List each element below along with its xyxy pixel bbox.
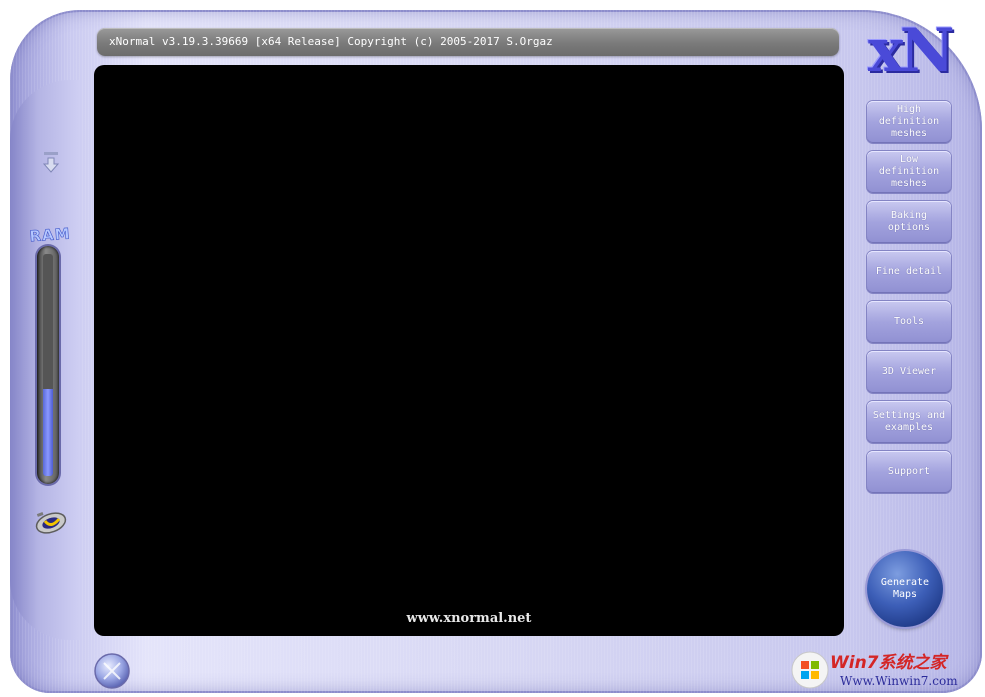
watermark-url: Www.Winwin7.com	[840, 674, 958, 688]
title-bar[interactable]: xNormal v3.19.3.39669 [x64 Release] Copy…	[97, 28, 839, 56]
ram-meter	[37, 246, 59, 484]
settings-and-examples-button[interactable]: Settings and examples	[867, 401, 951, 443]
plug-icon[interactable]	[33, 507, 69, 535]
generate-maps-button[interactable]: Generate Maps	[867, 551, 943, 627]
3d-viewer-button[interactable]: 3D Viewer	[867, 351, 951, 393]
baking-options-button[interactable]: Baking options	[867, 201, 951, 243]
button-label: Low definition meshes	[878, 154, 940, 189]
watermark-title: Win7系统之家	[830, 653, 947, 673]
button-label: Baking options	[887, 210, 931, 233]
xn-logo: xN	[868, 16, 955, 86]
low-definition-meshes-button[interactable]: Low definition meshes	[867, 151, 951, 193]
high-definition-meshes-button[interactable]: High definition meshes	[867, 101, 951, 143]
button-label: High definition meshes	[878, 104, 940, 139]
arrow-down-icon[interactable]	[42, 152, 60, 174]
button-label: Fine detail	[875, 266, 943, 277]
window-title: xNormal v3.19.3.39669 [x64 Release] Copy…	[109, 35, 553, 48]
button-label: 3D Viewer	[881, 366, 937, 377]
button-label: Support	[887, 466, 931, 477]
button-label: Settings and examples	[872, 410, 946, 433]
ram-label: RAM	[28, 224, 72, 246]
viewport[interactable]: www.xnormal.net	[94, 65, 844, 636]
ram-fill	[43, 389, 53, 476]
website-url[interactable]: www.xnormal.net	[94, 611, 844, 626]
button-label: Tools	[893, 316, 925, 327]
support-button[interactable]: Support	[867, 451, 951, 493]
ram-track	[43, 254, 53, 476]
windows-logo-icon	[791, 651, 829, 689]
orb-icon[interactable]	[93, 652, 131, 690]
tools-button[interactable]: Tools	[867, 301, 951, 343]
site-watermark: Win7系统之家 Www.Winwin7.com	[790, 646, 982, 694]
fine-detail-button[interactable]: Fine detail	[867, 251, 951, 293]
generate-maps-label: Generate Maps	[880, 577, 930, 600]
